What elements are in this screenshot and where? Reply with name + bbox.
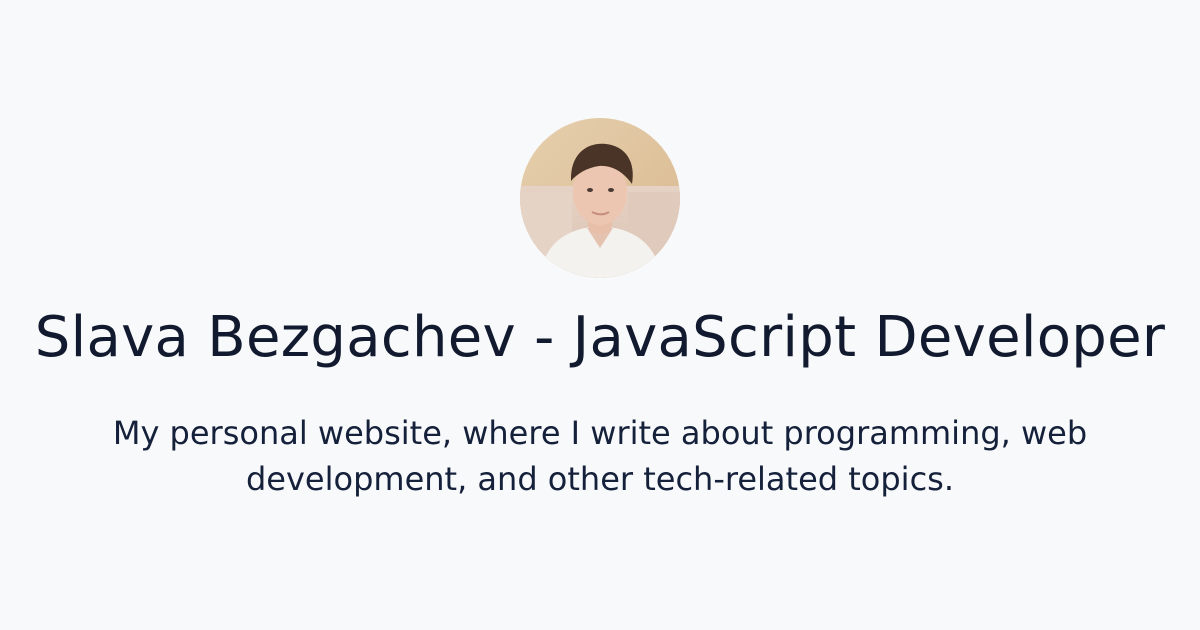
page-title: Slava Bezgachev - JavaScript Developer xyxy=(34,305,1166,370)
profile-avatar xyxy=(520,118,680,278)
social-card: Slava Bezgachev - JavaScript Developer M… xyxy=(0,0,1200,630)
site-description: My personal website, where I write about… xyxy=(112,414,1088,498)
profile-photo-icon xyxy=(520,118,680,278)
